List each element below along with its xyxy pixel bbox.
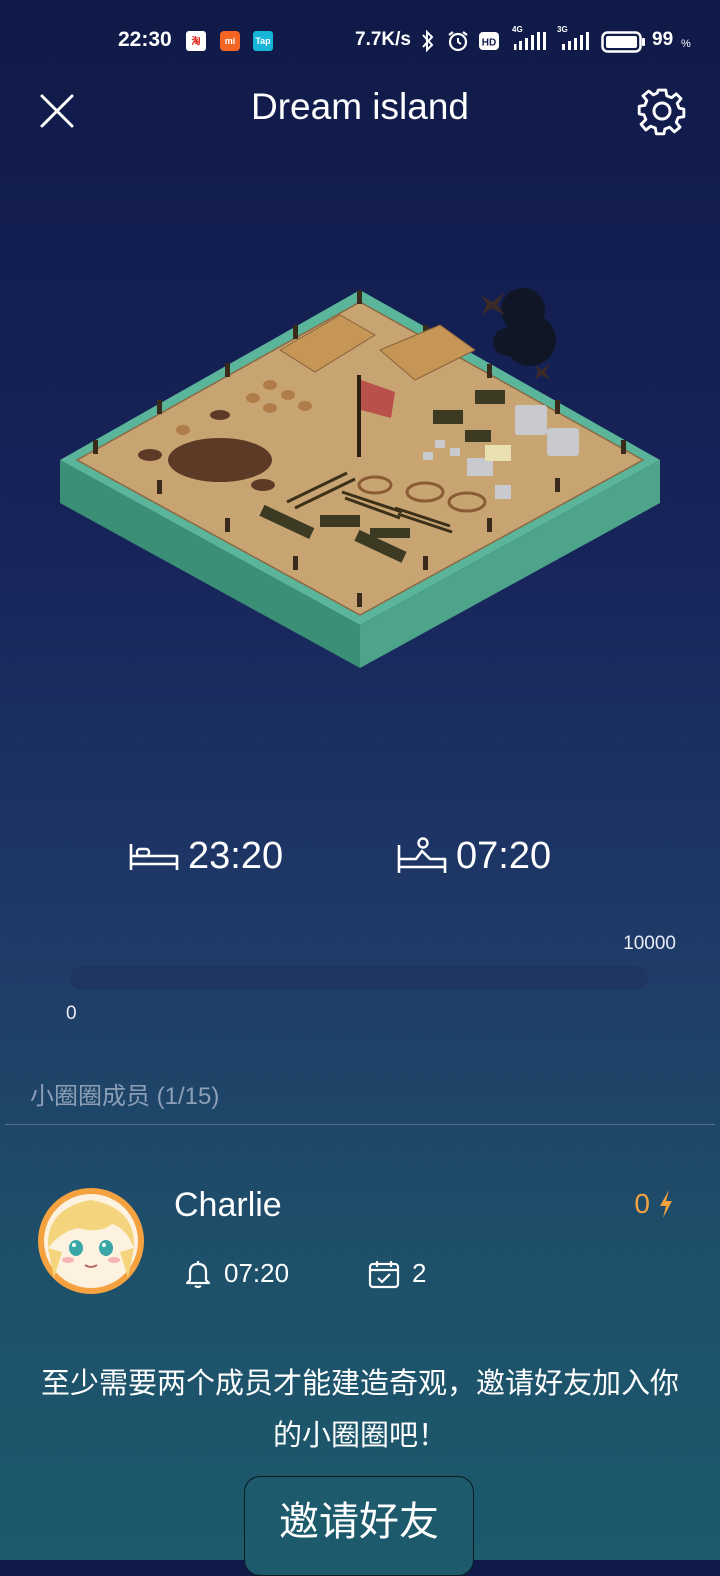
notice-text: 至少需要两个成员才能建造奇观，邀请好友加入你的小圈圈吧！ xyxy=(40,1368,679,1452)
bedtime-value: 23:20 xyxy=(188,835,284,877)
signal-3g-icon xyxy=(562,32,589,50)
progress-max-label: 10000 xyxy=(623,933,676,954)
settings-button[interactable] xyxy=(636,85,688,142)
member-alarm-time: 07:20 xyxy=(224,1258,290,1288)
invite-friends-button[interactable]: 邀请好友 xyxy=(244,1476,474,1576)
page-title: Dream island xyxy=(251,86,469,127)
battery-percent-sign: % xyxy=(681,38,691,50)
network-speed: 7.7K/s xyxy=(355,29,411,50)
members-count: (1/15) xyxy=(156,1083,220,1110)
bluetooth-icon xyxy=(422,29,434,53)
members-heading-label: 小圈圈成员 xyxy=(30,1083,150,1110)
gear-icon xyxy=(637,88,686,136)
wake-up-icon xyxy=(397,836,447,873)
dream-island-illustration xyxy=(55,280,665,685)
bedtime: 23:20 xyxy=(128,835,283,878)
divider xyxy=(5,1124,715,1125)
progress-bar xyxy=(70,966,648,990)
taobao-icon: 淘 xyxy=(186,31,206,51)
bell-icon xyxy=(185,1260,211,1288)
bed-icon xyxy=(129,843,179,870)
member-energy: 0 xyxy=(634,1188,674,1220)
calendar-check-icon xyxy=(368,1260,400,1288)
wake-time-value: 07:20 xyxy=(456,835,552,877)
signal-4g-icon xyxy=(514,32,546,50)
mi-icon: mi xyxy=(220,31,240,51)
battery-percent: 99 xyxy=(652,29,674,50)
member-checkin-count: 2 xyxy=(412,1258,427,1288)
battery-icon xyxy=(601,31,645,53)
avatar[interactable] xyxy=(38,1188,144,1294)
member-checkins: 2 xyxy=(368,1258,426,1289)
taptap-icon: Tap xyxy=(253,31,273,51)
member-name: Charlie xyxy=(174,1186,282,1224)
svg-text:HD: HD xyxy=(482,38,496,49)
member-energy-value: 0 xyxy=(634,1188,650,1219)
wake-time: 07:20 xyxy=(396,835,551,878)
alarm-icon xyxy=(448,31,468,52)
lightning-icon xyxy=(660,1190,672,1218)
member-alarm: 07:20 xyxy=(184,1258,289,1289)
progress-min-label: 0 xyxy=(66,1003,77,1024)
status-bar: 22:30 淘 mi Tap 7.7K/s HD 4G 3G 99 % xyxy=(0,0,720,80)
hd-icon: HD xyxy=(479,32,499,50)
members-heading: 小圈圈成员 (1/15) xyxy=(30,1076,219,1111)
status-time: 22:30 xyxy=(118,28,172,51)
